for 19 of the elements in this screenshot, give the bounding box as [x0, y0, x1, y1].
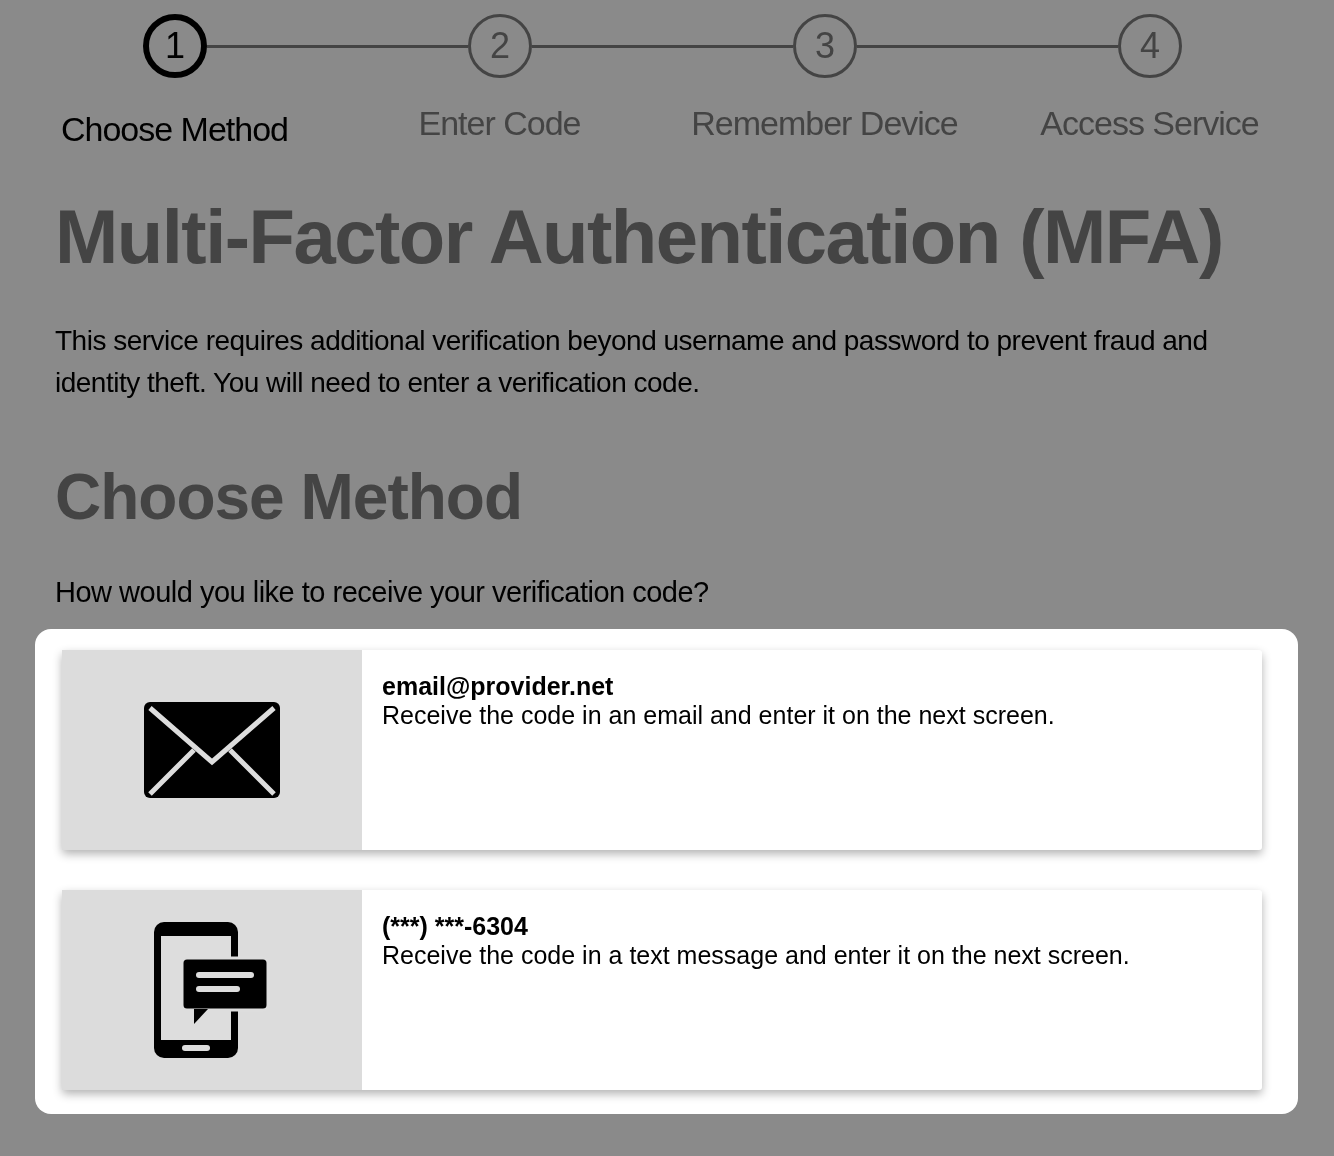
method-description: Receive the code in a text message and enter it on the next screen.	[382, 941, 1130, 970]
step-label: Choose Method	[60, 110, 288, 149]
step-circle: 4	[1118, 14, 1182, 78]
step-label: Enter Code	[418, 104, 581, 144]
step-circle: 3	[793, 14, 857, 78]
step-label: Remember Device	[691, 104, 958, 144]
method-option[interactable]: (***) ***-6304 Receive the code in a text message and enter it on the next screen.	[62, 890, 1262, 1090]
method-option[interactable]: email@provider.net Receive the code in an email and enter it on the next screen.	[62, 650, 1262, 850]
section-title: Choose Method	[55, 460, 523, 534]
step-label: Access Service	[1040, 104, 1259, 144]
step-circle: 1	[143, 14, 207, 78]
contact-text: email@provider.net	[382, 672, 615, 701]
envelope-icon	[142, 700, 282, 800]
question-text: How would you like to receive your verification code?	[55, 576, 710, 609]
contact-text: (***) ***-6304	[382, 912, 529, 941]
method-description: Receive the code in an email and enter it on the next screen.	[382, 701, 1055, 730]
step-circle: 2	[468, 14, 532, 78]
page-title: Multi-Factor Authentication (MFA)	[55, 193, 1224, 280]
description-text: This service requires additional verification beyond username and password to prevent fraud and identity theft. You will need to enter a verification code.	[55, 324, 1209, 400]
